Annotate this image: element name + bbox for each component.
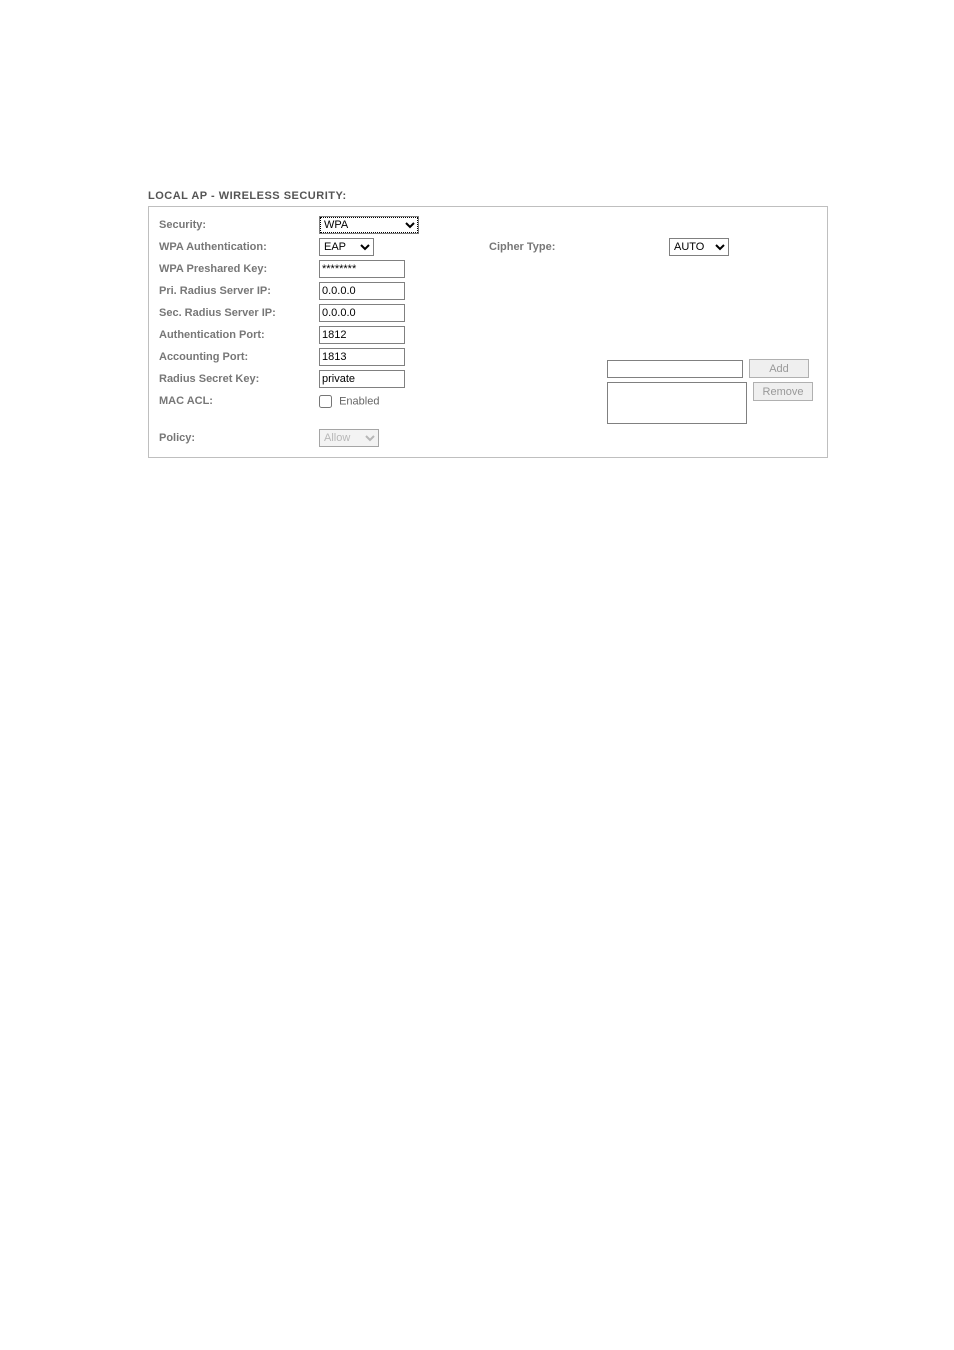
policy-label: Policy: <box>159 432 319 444</box>
sec-radius-label: Sec. Radius Server IP: <box>159 307 319 319</box>
pri-radius-input[interactable] <box>319 282 405 300</box>
mac-acl-checkbox[interactable] <box>319 395 332 408</box>
wpa-psk-label: WPA Preshared Key: <box>159 263 319 275</box>
cipher-type-select[interactable]: AUTO <box>669 238 729 256</box>
policy-select[interactable]: Allow <box>319 429 379 447</box>
auth-port-label: Authentication Port: <box>159 329 319 341</box>
security-select[interactable]: WPA <box>319 216 419 234</box>
wireless-security-panel: Security: WPA WPA Authentication: EAP Ci… <box>148 206 828 458</box>
mac-address-listbox[interactable] <box>607 382 747 424</box>
add-button[interactable]: Add <box>749 359 809 378</box>
pri-radius-label: Pri. Radius Server IP: <box>159 285 319 297</box>
mac-address-input[interactable] <box>607 360 743 378</box>
wpa-auth-label: WPA Authentication: <box>159 241 319 253</box>
wpa-auth-select[interactable]: EAP <box>319 238 374 256</box>
mac-acl-enabled-text: Enabled <box>339 395 379 407</box>
security-label: Security: <box>159 219 319 231</box>
auth-port-input[interactable] <box>319 326 405 344</box>
remove-button[interactable]: Remove <box>753 382 813 401</box>
mac-acl-label: MAC ACL: <box>159 395 319 407</box>
panel-title: LOCAL AP - WIRELESS SECURITY: <box>148 190 828 202</box>
radius-secret-label: Radius Secret Key: <box>159 373 319 385</box>
acct-port-label: Accounting Port: <box>159 351 319 363</box>
wpa-psk-input[interactable] <box>319 260 405 278</box>
acct-port-input[interactable] <box>319 348 405 366</box>
radius-secret-input[interactable] <box>319 370 405 388</box>
cipher-type-label: Cipher Type: <box>469 241 669 253</box>
sec-radius-input[interactable] <box>319 304 405 322</box>
